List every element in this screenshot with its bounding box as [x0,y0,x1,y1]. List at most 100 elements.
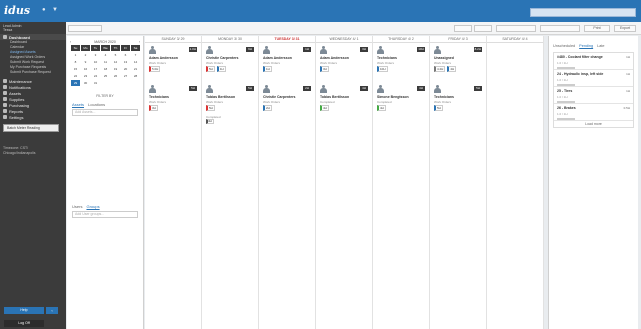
work-order-chip[interactable]: 4H [320,105,329,111]
resource-name[interactable]: Technicians [149,95,169,99]
tab-assets[interactable]: Assets [72,102,84,107]
resource-name[interactable]: Christie Carpenters [263,95,295,99]
tab-pending[interactable]: Pending [579,44,593,48]
tab-groups[interactable]: Groups [86,204,99,209]
print-button[interactable]: Print [584,25,610,32]
work-order-chip[interactable]: 10H [377,66,388,72]
calendar-day[interactable]: 6 [121,52,130,58]
calendar-day[interactable]: 20 [121,66,130,72]
work-order-chip[interactable]: 1H [216,66,226,72]
toolbar-button-2[interactable] [474,25,492,32]
resource-name[interactable]: Christie Carpenters [206,56,238,60]
resource-name[interactable]: Simone Bengtsson [377,95,409,99]
calendar-day[interactable]: 18 [101,66,110,72]
calendar-day[interactable]: 9 [81,59,90,65]
resource-card[interactable]: 10H Technicians Work Orders 10H [375,45,427,82]
help-button[interactable]: Help [4,307,44,314]
pending-work-order[interactable]: 26 - Brakes 0.5H 1.0 / 1H [554,104,633,121]
resource-card[interactable]: 2H Christie Carpenters Work Orders 2H [261,84,313,121]
pending-work-order[interactable]: 24 - Hydraulic insp, left side 1H 1.0 / 1H [554,70,633,87]
resource-card[interactable]: 1.0H Adam Andersson Work Orders 5.0H [147,45,199,82]
calendar-day[interactable]: 22 [71,73,80,79]
work-order-chip[interactable]: 3H [320,66,329,72]
work-order-chip[interactable]: 2H [263,105,272,111]
resource-card[interactable]: 4H Tobias Bertilsson Completed 4H [318,84,370,121]
resource-name[interactable]: Adam Andersson [320,56,349,60]
calendar-day[interactable]: 25 [101,73,110,79]
batch-meter-reading-button[interactable]: Batch Meter Reading [3,124,59,132]
resource-name[interactable]: Tobias Bertilsson [206,95,235,99]
resource-card[interactable]: 1H Adam Andersson Work Orders 1H [261,45,313,82]
calendar-day[interactable]: 13 [121,59,130,65]
calendar-day[interactable]: 14 [131,59,140,65]
resource-card[interactable]: 5H Technicians Work Orders 5H [432,84,484,121]
calendar-day[interactable]: 21 [131,66,140,72]
resource-name[interactable]: Technicians [377,56,397,60]
resource-card[interactable]: 5H Technicians Work Orders 3H [147,84,199,121]
calendar-day[interactable]: 19 [111,66,120,72]
toolbar-button-3[interactable] [496,25,536,32]
resource-name[interactable]: Tobias Bertilsson [320,95,349,99]
resource-name[interactable]: Adam Andersson [263,56,292,60]
calendar-day[interactable]: 24 [91,73,100,79]
app-logo[interactable]: idus [4,4,30,17]
calendar-day[interactable]: 2 [81,52,90,58]
calendar-day[interactable]: 1 [71,52,80,58]
user-filter-input[interactable]: Add User groups... [72,211,138,218]
calendar-day[interactable]: 3 [91,52,100,58]
calendar-day[interactable]: 26 [111,73,120,79]
resource-card[interactable]: 9H Christie Carpenters Work Orders 5H 1H [204,45,256,82]
user-icon[interactable]: ● [42,7,46,13]
calendar-day[interactable]: 23 [81,73,90,79]
calendar-day[interactable]: 10 [91,59,100,65]
tab-unscheduled[interactable]: Unscheduled [553,44,575,48]
tab-late[interactable]: Late [597,44,604,48]
work-order-chip[interactable]: 4.2H [434,66,446,72]
calendar-day[interactable]: 8 [71,59,80,65]
resource-card[interactable]: 5H Tobias Bertilsson Work Orders 5H Complete… [204,84,256,124]
export-button[interactable]: Export [614,25,636,32]
work-order-chip[interactable]: 4H [447,66,457,72]
tab-locations[interactable]: Locations [88,102,105,107]
work-order-chip[interactable]: 5H [434,105,443,111]
calendar-day[interactable]: 27 [121,73,130,79]
completed-chip[interactable]: 4H [206,119,214,124]
resource-card[interactable]: 3H Adam Andersson Work Orders 3H [318,45,370,82]
calendar-day[interactable]: 15 [71,66,80,72]
calendar-next-button[interactable]: › [139,40,140,44]
work-order-chip[interactable]: 4H [377,105,386,111]
calendar-day[interactable]: 30 [81,80,90,86]
calendar-day[interactable]: 29 [71,80,80,86]
work-order-chip[interactable]: 5H [206,105,215,111]
toolbar-left-button[interactable] [68,25,102,32]
sidebar-item-settings[interactable]: Settings [0,114,66,120]
pending-work-order[interactable]: #480 - Coolant filter change 1H 1.0 / 1H [554,53,633,70]
work-order-chip[interactable]: 3H [149,105,158,111]
calendar-day[interactable]: 4 [101,52,110,58]
load-more-button[interactable]: Load more [554,121,633,127]
resource-name[interactable]: Unassigned [434,56,454,60]
calendar-day[interactable]: 11 [101,59,110,65]
calendar-day[interactable]: 16 [81,66,90,72]
calendar-day[interactable]: 12 [111,59,120,65]
work-order-chip[interactable]: 5H [206,66,215,72]
resource-name[interactable]: Technicians [434,95,454,99]
calendar-day[interactable]: 17 [91,66,100,72]
log-off-button[interactable]: Log Off [4,320,44,327]
work-order-chip[interactable]: 1H [263,66,272,72]
calendar-day[interactable]: 28 [131,73,140,79]
resource-name[interactable]: Adam Andersson [149,56,178,60]
resource-card[interactable]: 8.2H Unassigned Work Orders 4.2H 4H [432,45,484,82]
asset-filter-input[interactable]: Add Assets... [72,109,138,116]
tab-users[interactable]: Users [72,204,82,209]
toolbar-button-4[interactable] [540,25,580,32]
calendar-day[interactable]: 7 [131,52,140,58]
toolbar-button-1[interactable] [454,25,472,32]
calendar-day[interactable]: 31 [91,80,100,86]
top-search-input[interactable] [530,8,636,17]
collapse-sidebar-button[interactable]: ‹ [46,307,58,314]
pending-work-order[interactable]: 25 - Tires 1H 1.0 / 1H [554,87,633,104]
calendar-prev-button[interactable]: ‹ [70,40,71,44]
calendar-day[interactable]: 5 [111,52,120,58]
chevron-down-icon[interactable]: ▼ [52,7,58,13]
